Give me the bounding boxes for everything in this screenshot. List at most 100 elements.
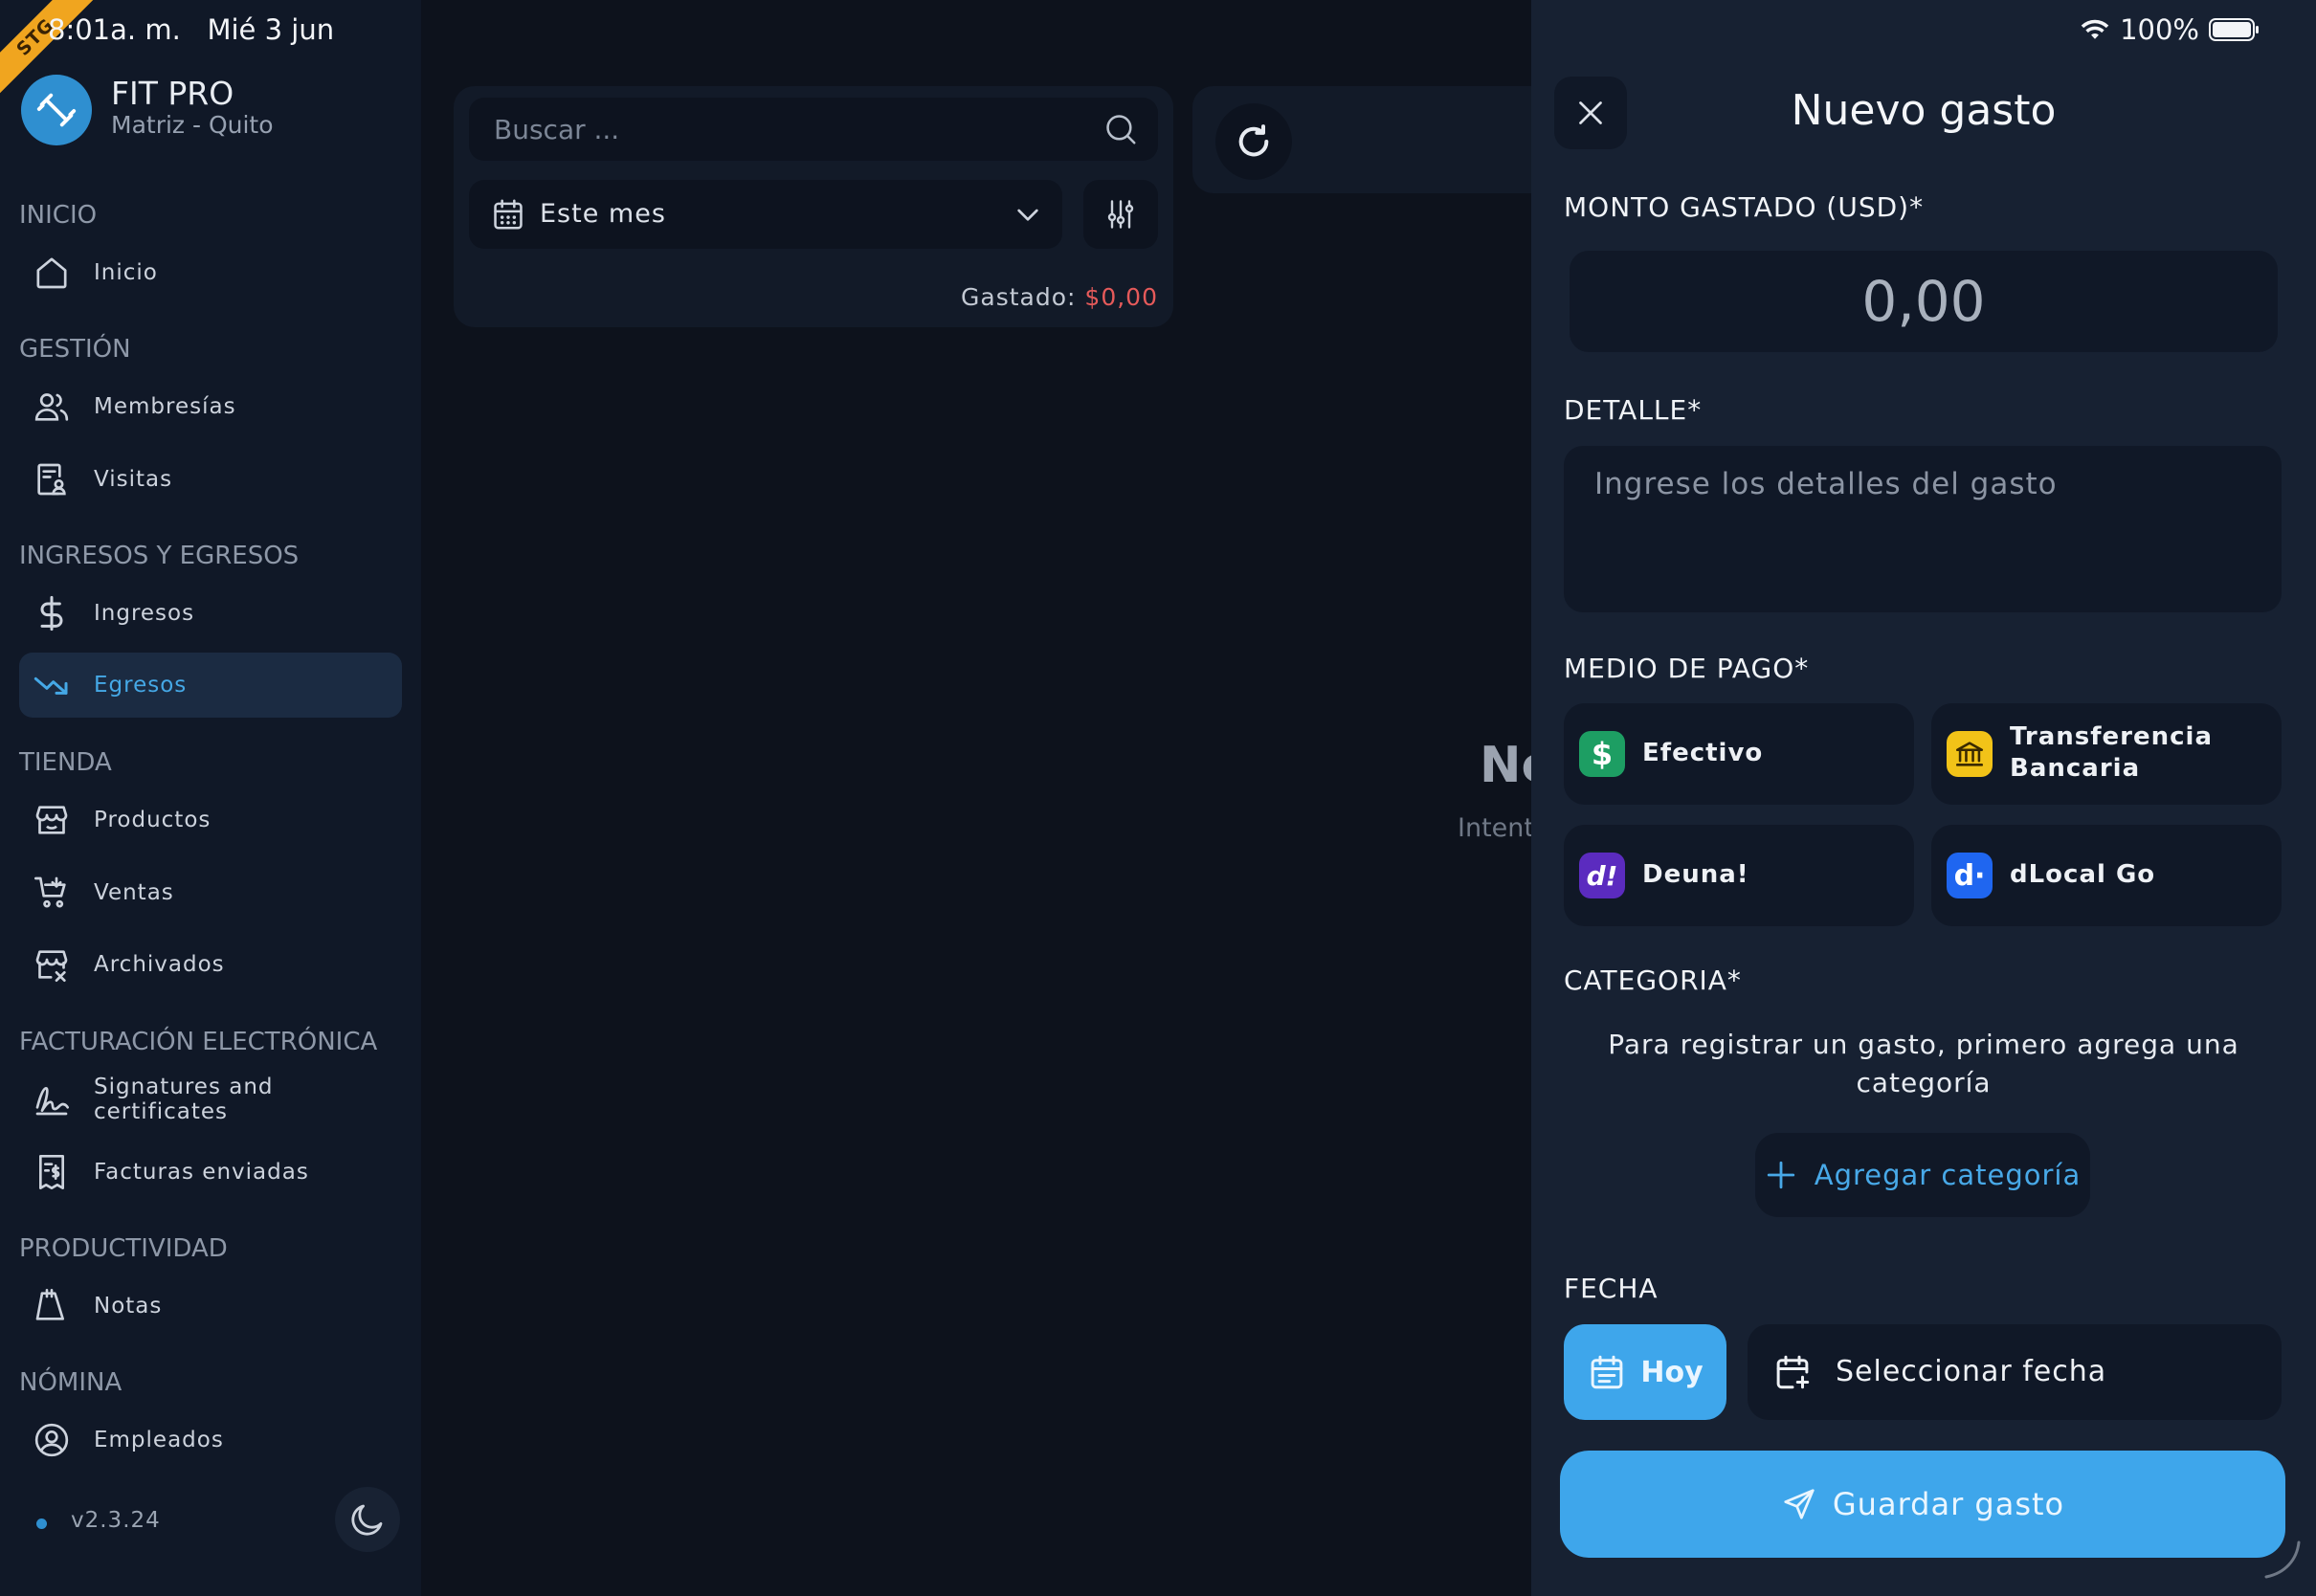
user-circle-icon	[34, 1423, 69, 1457]
save-expense-label: Guardar gasto	[1832, 1486, 2065, 1522]
sidebar-item-archivados[interactable]: Archivados	[19, 932, 402, 997]
calendar-icon	[494, 199, 523, 230]
payment-option-efectivo[interactable]: $ Efectivo	[1564, 703, 1914, 805]
moon-icon	[351, 1504, 383, 1536]
battery-percent: 100%	[2120, 13, 2199, 46]
resize-handle-icon	[2264, 1541, 2301, 1579]
filters-button[interactable]	[1083, 180, 1158, 249]
panel-title: Nuevo gasto	[1791, 86, 2057, 135]
wifi-icon	[2081, 19, 2109, 39]
select-date-label: Seleccionar fecha	[1836, 1355, 2107, 1388]
app-version: v2.3.24	[71, 1508, 161, 1533]
sidebar-item-label: Visitas	[94, 467, 173, 492]
deuna-logo-icon: d!	[1579, 853, 1625, 898]
search-icon[interactable]	[1102, 111, 1139, 147]
trending-down-icon	[33, 676, 68, 695]
add-category-button[interactable]: Agregar categoría	[1755, 1133, 2090, 1217]
sidebar-item-label: Productos	[94, 808, 212, 832]
date-range-value: Este mes	[540, 199, 666, 229]
users-icon	[34, 393, 69, 421]
sidebar-item-productos[interactable]: Productos	[19, 787, 402, 853]
refresh-icon	[1238, 124, 1269, 157]
spent-value: $0,00	[1084, 283, 1158, 311]
sidebar-item-label: Membresías	[94, 394, 236, 419]
sidebar-item-label: Ventas	[94, 880, 174, 905]
sidebar-item-signatures[interactable]: Signatures and certificates	[19, 1067, 402, 1132]
cart-icon	[34, 876, 66, 908]
invoice-icon	[39, 1155, 64, 1189]
detail-input[interactable]	[1564, 446, 2282, 612]
brand-logo[interactable]	[21, 75, 92, 145]
sidebar-item-notas[interactable]: Notas	[19, 1274, 402, 1339]
date-label: FECHA	[1564, 1273, 1659, 1304]
sidebar-item-empleados[interactable]: Empleados	[19, 1408, 402, 1473]
save-expense-button[interactable]: Guardar gasto	[1560, 1451, 2285, 1558]
sidebar-item-label: Notas	[94, 1294, 163, 1319]
sidebar-item-egresos[interactable]: Egresos	[19, 653, 402, 718]
status-indicators: 100%	[2080, 13, 2260, 46]
home-icon	[36, 257, 67, 289]
sidebar-item-label: Ingresos	[94, 601, 195, 626]
sidebar-item-facturas[interactable]: Facturas enviadas	[19, 1140, 402, 1205]
notes-icon	[35, 1289, 64, 1320]
dlocal-logo-icon: d·	[1947, 853, 1993, 898]
visitor-badge-icon	[37, 463, 66, 496]
sidebar-item-label: Archivados	[94, 952, 225, 977]
dumbbell-icon	[36, 93, 77, 127]
section-title-facturacion: FACTURACIÓN ELECTRÓNICA	[19, 1028, 378, 1056]
signature-icon	[35, 1087, 69, 1116]
cash-icon: $	[1579, 731, 1625, 777]
payment-option-dlocal[interactable]: d· dLocal Go	[1931, 825, 2282, 926]
amount-input[interactable]	[1570, 251, 2278, 352]
calendar-today-icon	[1591, 1355, 1623, 1389]
sidebar: FIT PRO Matriz - Quito INICIO Inicio GES…	[0, 0, 421, 1596]
sidebar-item-ventas[interactable]: Ventas	[19, 860, 402, 925]
empty-state-subtitle: Intent	[1458, 813, 1534, 843]
category-label: CATEGORIA*	[1564, 964, 1742, 996]
payment-option-transferencia[interactable]: Transferencia Bancaria	[1931, 703, 2282, 805]
payment-option-label: Transferencia Bancaria	[2010, 722, 2214, 783]
search-input[interactable]	[494, 98, 1068, 161]
dollar-icon	[40, 595, 63, 632]
section-title-productividad: PRODUCTIVIDAD	[19, 1234, 228, 1263]
payment-option-deuna[interactable]: d! Deuna!	[1564, 825, 1914, 926]
payment-option-label: dLocal Go	[2010, 860, 2156, 889]
sidebar-item-visitas[interactable]: Visitas	[19, 447, 402, 512]
calendar-add-icon	[1776, 1355, 1810, 1389]
send-icon	[1784, 1489, 1815, 1519]
refresh-button[interactable]	[1215, 103, 1292, 180]
today-button[interactable]: Hoy	[1564, 1324, 1726, 1420]
payment-label: MEDIO DE PAGO*	[1564, 653, 1810, 684]
battery-icon	[2209, 18, 2259, 41]
section-title-tienda: TIENDA	[19, 748, 112, 777]
payment-option-label: Efectivo	[1642, 739, 1764, 767]
sidebar-item-membresias[interactable]: Membresías	[19, 374, 402, 439]
select-date-button[interactable]: Seleccionar fecha	[1748, 1324, 2282, 1420]
brand-branch: Matriz - Quito	[111, 111, 274, 139]
payment-option-label: Deuna!	[1642, 860, 1749, 889]
theme-toggle-button[interactable]	[335, 1487, 400, 1552]
section-title-ingresos-egresos: INGRESOS Y EGRESOS	[19, 542, 300, 570]
spent-total: Gastado: $0,00	[957, 283, 1158, 311]
search-box[interactable]	[469, 98, 1158, 161]
date-range-select[interactable]: Este mes	[469, 180, 1062, 249]
sidebar-item-label: Signatures and certificates	[94, 1075, 274, 1124]
section-title-nomina: NÓMINA	[19, 1368, 122, 1397]
category-empty-message: Para registrar un gasto, primero agrega …	[1608, 1029, 2239, 1098]
amount-label: MONTO GASTADO (USD)*	[1564, 191, 1925, 223]
brand-name: FIT PRO	[111, 75, 234, 112]
amount-field[interactable]	[1570, 251, 2278, 352]
new-expense-panel: 100% Nuevo gasto MONTO GASTADO (USD)* DE…	[1531, 0, 2316, 1596]
sidebar-item-inicio[interactable]: Inicio	[19, 240, 402, 305]
store-archive-icon	[35, 950, 68, 982]
chevron-down-icon	[1017, 209, 1038, 221]
sidebar-item-ingresos[interactable]: Ingresos	[19, 581, 402, 646]
detail-label: DETALLE*	[1564, 394, 1703, 426]
store-icon	[35, 806, 68, 834]
sidebar-item-label: Inicio	[94, 260, 158, 285]
add-category-label: Agregar categoría	[1814, 1159, 2082, 1191]
section-title-gestion: GESTIÓN	[19, 335, 131, 364]
status-time: 8:01a. m. Mié 3 jun	[48, 13, 335, 46]
plus-icon	[1767, 1161, 1794, 1189]
detail-field[interactable]	[1564, 446, 2282, 612]
